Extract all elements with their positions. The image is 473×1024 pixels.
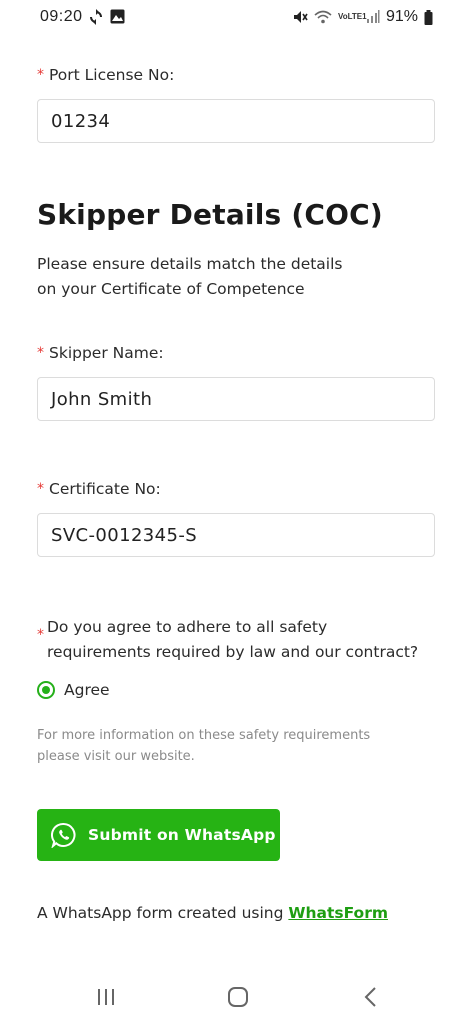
signal-icon	[366, 10, 380, 23]
description-line-2: on your Certificate of Competence	[37, 280, 305, 298]
question-line-2: requirements required by law and our con…	[47, 643, 419, 661]
radio-selected-dot	[42, 686, 50, 694]
safety-question-text: Do you agree to adhere to all safety req…	[47, 615, 418, 665]
status-bar: 09:20 VoLTE1 91%	[0, 0, 473, 36]
certificate-no-label-text: Certificate No:	[49, 480, 161, 498]
agree-radio-option[interactable]: Agree	[37, 681, 110, 699]
safety-question: * Do you agree to adhere to all safety r…	[37, 615, 447, 665]
battery-icon	[424, 9, 433, 25]
status-time: 09:20	[40, 8, 83, 25]
whatsapp-icon	[51, 822, 76, 848]
footer-prefix: A WhatsApp form created using	[37, 904, 289, 922]
volte-icon: VoLTE1	[337, 12, 367, 21]
home-icon[interactable]	[224, 984, 252, 1010]
submit-label: Submit on WhatsApp	[88, 826, 276, 844]
agree-radio-label[interactable]: Agree	[64, 681, 110, 699]
footer-text: A WhatsApp form created using WhatsForm	[37, 904, 388, 922]
port-license-value: 01234	[51, 110, 111, 132]
system-nav-bar	[0, 970, 473, 1024]
port-license-label-text: Port License No:	[49, 66, 175, 84]
description-line-1: Please ensure details match the details	[37, 255, 343, 273]
sync-icon	[90, 9, 102, 25]
port-license-label: * Port License No:	[37, 66, 174, 84]
skipper-name-input[interactable]: John Smith	[37, 377, 435, 421]
mute-icon	[293, 11, 308, 23]
recent-apps-icon[interactable]	[92, 984, 120, 1010]
skipper-name-label-text: Skipper Name:	[49, 344, 164, 362]
submit-whatsapp-button[interactable]: Submit on WhatsApp	[37, 809, 280, 861]
back-icon[interactable]	[357, 984, 385, 1010]
question-line-1: Do you agree to adhere to all safety	[47, 618, 328, 636]
skipper-section-description: Please ensure details match the details …	[37, 252, 437, 302]
whatsform-link[interactable]: WhatsForm	[288, 904, 388, 922]
skipper-name-label: * Skipper Name:	[37, 344, 164, 362]
skipper-name-value: John Smith	[51, 388, 153, 410]
port-license-input[interactable]: 01234	[37, 99, 435, 143]
certificate-no-value: SVC-0012345-S	[51, 524, 198, 546]
agree-radio-button[interactable]	[37, 681, 55, 699]
help-line-1: For more information on these safety req…	[37, 728, 371, 743]
required-marker: *	[37, 627, 44, 643]
required-marker: *	[37, 67, 44, 83]
help-line-2: please visit our website.	[37, 749, 195, 764]
required-marker: *	[37, 481, 44, 497]
image-icon	[110, 9, 125, 24]
help-text: For more information on these safety req…	[37, 725, 437, 767]
certificate-no-input[interactable]: SVC-0012345-S	[37, 513, 435, 557]
status-indicators: VoLTE1 91%	[292, 8, 433, 26]
required-marker: *	[37, 345, 44, 361]
skipper-section-title: Skipper Details (COC)	[37, 198, 383, 231]
wifi-icon	[314, 10, 332, 24]
certificate-no-label: * Certificate No:	[37, 480, 161, 498]
battery-percent: 91%	[385, 8, 418, 25]
